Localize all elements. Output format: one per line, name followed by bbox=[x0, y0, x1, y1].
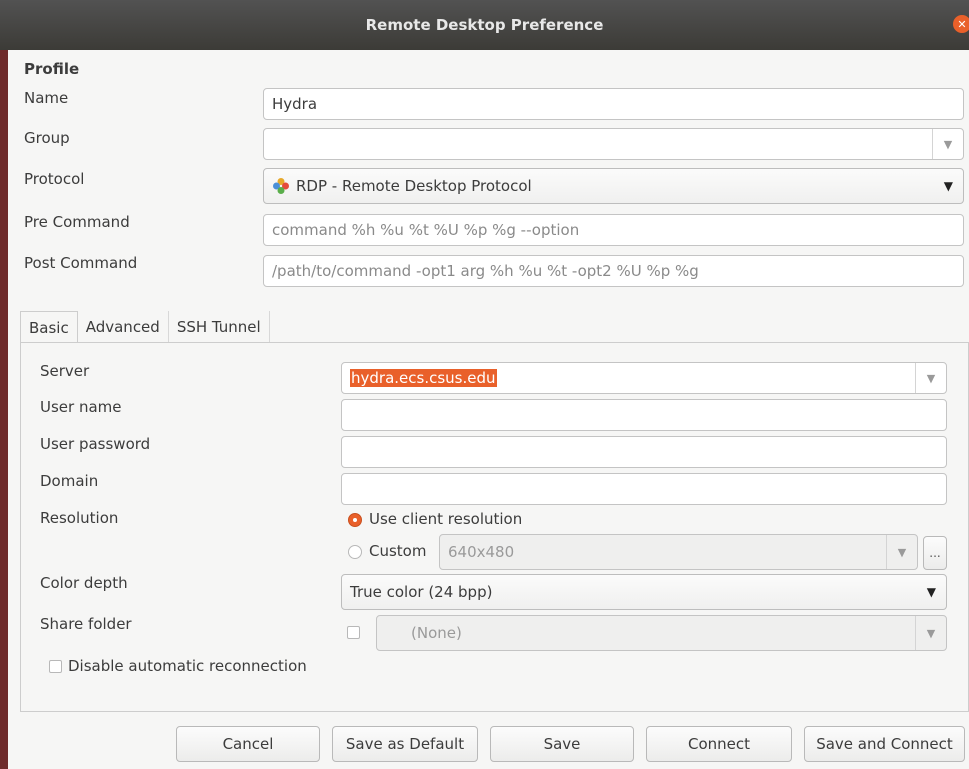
password-field[interactable] bbox=[341, 436, 947, 468]
disable-reconnect-checkbox[interactable] bbox=[49, 660, 62, 673]
tab-advanced[interactable]: Advanced bbox=[78, 311, 169, 342]
domain-label: Domain bbox=[40, 472, 99, 490]
share-folder-combo[interactable]: (None) ▼ bbox=[376, 615, 947, 651]
post-command-input[interactable] bbox=[272, 262, 963, 280]
username-field[interactable] bbox=[341, 399, 947, 431]
post-command-field[interactable] bbox=[263, 255, 964, 287]
tab-ssh-tunnel[interactable]: SSH Tunnel bbox=[169, 311, 270, 342]
tab-basic[interactable]: Basic bbox=[20, 311, 78, 344]
rdp-protocol-icon bbox=[273, 178, 289, 194]
protocol-label: Protocol bbox=[24, 170, 85, 188]
protocol-dropdown[interactable]: RDP - Remote Desktop Protocol ▼ bbox=[263, 168, 964, 204]
custom-resolution-radio[interactable] bbox=[348, 545, 362, 559]
close-icon[interactable]: ✕ bbox=[953, 15, 969, 33]
window-left-edge bbox=[0, 50, 8, 769]
caret-down-icon: ▼ bbox=[926, 585, 936, 599]
save-button[interactable]: Save bbox=[490, 726, 634, 762]
custom-resolution-label[interactable]: Custom bbox=[369, 542, 426, 560]
share-folder-label: Share folder bbox=[40, 615, 132, 633]
custom-resolution-button[interactable]: ... bbox=[923, 536, 947, 570]
pre-command-input[interactable] bbox=[272, 221, 963, 239]
post-command-label: Post Command bbox=[24, 254, 138, 272]
name-field[interactable] bbox=[263, 88, 964, 120]
custom-resolution-value: 640x480 bbox=[448, 543, 515, 561]
chevron-down-icon[interactable]: ▼ bbox=[915, 363, 946, 393]
disable-reconnect-label[interactable]: Disable automatic reconnection bbox=[68, 657, 307, 675]
title-bar: Remote Desktop Preference ✕ bbox=[0, 0, 969, 50]
domain-field[interactable] bbox=[341, 473, 947, 505]
tab-bar: Basic Advanced SSH Tunnel bbox=[20, 311, 270, 344]
cancel-button[interactable]: Cancel bbox=[176, 726, 320, 762]
protocol-value: RDP - Remote Desktop Protocol bbox=[296, 177, 532, 195]
server-label: Server bbox=[40, 362, 90, 380]
chevron-down-icon[interactable]: ▼ bbox=[886, 535, 917, 569]
custom-resolution-combo[interactable]: 640x480 ▼ bbox=[439, 534, 918, 570]
window-title: Remote Desktop Preference bbox=[365, 16, 604, 34]
group-combo[interactable]: ▼ bbox=[263, 128, 964, 160]
name-input[interactable] bbox=[272, 95, 963, 113]
domain-input[interactable] bbox=[350, 480, 946, 498]
chevron-down-icon[interactable]: ▼ bbox=[915, 616, 946, 650]
server-value[interactable]: hydra.ecs.csus.edu bbox=[350, 369, 497, 387]
color-depth-value: True color (24 bpp) bbox=[350, 583, 493, 601]
save-as-default-button[interactable]: Save as Default bbox=[332, 726, 478, 762]
save-and-connect-button[interactable]: Save and Connect bbox=[804, 726, 965, 762]
connect-button[interactable]: Connect bbox=[646, 726, 792, 762]
color-depth-dropdown[interactable]: True color (24 bpp) ▼ bbox=[341, 574, 947, 610]
preference-dialog: Remote Desktop Preference ✕ Profile Name… bbox=[0, 0, 969, 769]
password-input[interactable] bbox=[350, 443, 946, 461]
client-resolution-label[interactable]: Use client resolution bbox=[369, 510, 522, 528]
password-label: User password bbox=[40, 435, 151, 453]
username-input[interactable] bbox=[350, 406, 946, 424]
username-label: User name bbox=[40, 398, 122, 416]
client-resolution-radio[interactable] bbox=[348, 513, 362, 527]
share-folder-checkbox[interactable] bbox=[347, 626, 360, 639]
color-depth-label: Color depth bbox=[40, 574, 128, 592]
profile-heading: Profile bbox=[24, 60, 80, 78]
group-label: Group bbox=[24, 129, 70, 147]
caret-down-icon: ▼ bbox=[943, 179, 953, 193]
pre-command-field[interactable] bbox=[263, 214, 964, 246]
name-label: Name bbox=[24, 89, 69, 107]
share-folder-value: (None) bbox=[411, 624, 462, 642]
resolution-label: Resolution bbox=[40, 509, 119, 527]
chevron-down-icon[interactable]: ▼ bbox=[932, 129, 963, 159]
pre-command-label: Pre Command bbox=[24, 213, 130, 231]
server-combo[interactable]: hydra.ecs.csus.edu ▼ bbox=[341, 362, 947, 394]
